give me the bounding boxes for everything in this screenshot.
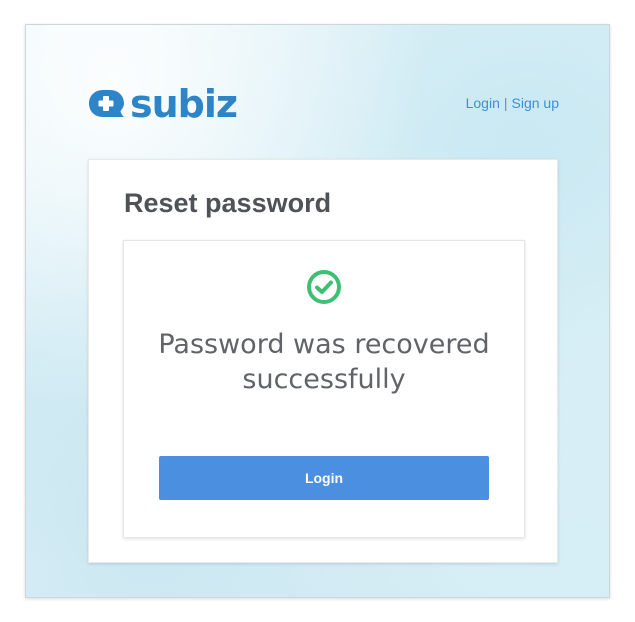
login-button[interactable]: Login <box>159 456 489 500</box>
header-links: Login | Sign up <box>466 95 559 111</box>
page-title: Reset password <box>124 188 332 218</box>
reset-password-card: Reset password Password was recovered su… <box>88 159 558 563</box>
success-panel: Password was recovered successfully Logi… <box>123 240 525 538</box>
signup-link[interactable]: Sign up <box>512 95 559 111</box>
login-link[interactable]: Login <box>466 95 500 111</box>
logo: subiz <box>88 82 238 126</box>
success-message: Password was recovered successfully <box>158 329 490 395</box>
check-circle-icon <box>306 269 342 305</box>
link-separator: | <box>503 95 508 111</box>
page-frame: subiz Login | Sign up Reset password Pas… <box>25 24 610 598</box>
chat-bubble-plus-icon <box>88 89 128 119</box>
brand-name: subiz <box>130 82 238 126</box>
